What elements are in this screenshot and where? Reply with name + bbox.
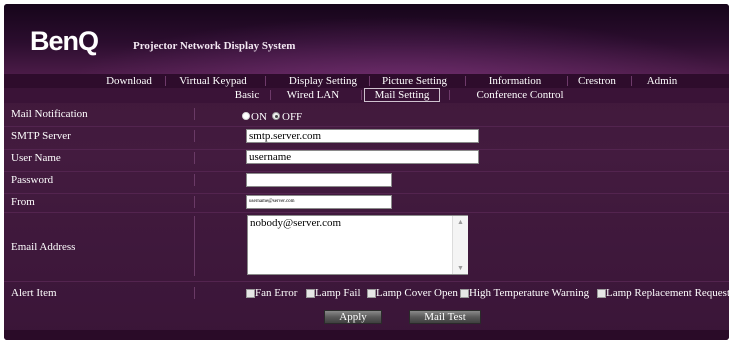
subnav-divider <box>270 90 271 100</box>
user-name-input[interactable]: username <box>246 150 479 164</box>
user-name-label: User Name <box>11 152 61 164</box>
row-divider <box>4 126 729 127</box>
row-divider <box>4 193 729 194</box>
nav-divider <box>631 76 632 86</box>
checkbox-high-temperature-label: High Temperature Warning <box>469 287 590 299</box>
column-divider <box>194 174 195 186</box>
nav-admin[interactable]: Admin <box>644 74 680 88</box>
checkbox-lamp-cover-open-label: Lamp Cover Open <box>376 287 458 299</box>
checkbox-lamp-cover-open[interactable] <box>367 289 376 298</box>
password-input[interactable] <box>246 173 392 187</box>
column-divider <box>194 130 195 142</box>
column-divider <box>194 196 195 208</box>
checkbox-high-temperature[interactable] <box>460 289 469 298</box>
nav-virtual-keypad[interactable]: Virtual Keypad <box>170 74 256 88</box>
subnav-basic[interactable]: Basic <box>232 88 262 102</box>
column-divider <box>194 216 195 276</box>
column-divider <box>194 287 195 299</box>
nav-download[interactable]: Download <box>99 74 159 88</box>
checkbox-lamp-replacement-label: Lamp Replacement Request <box>606 287 729 299</box>
nav-divider <box>265 76 266 86</box>
column-divider <box>194 108 195 120</box>
apply-button[interactable]: Apply <box>324 310 382 324</box>
nav-display-setting[interactable]: Display Setting <box>282 74 364 88</box>
scroll-down-icon[interactable]: ▼ <box>457 264 464 272</box>
smtp-server-label: SMTP Server <box>11 130 71 142</box>
sub-nav: Basic Wired LAN Mail Setting Conference … <box>4 88 729 103</box>
row-divider <box>4 212 729 213</box>
radio-off-label: OFF <box>282 111 303 123</box>
mail-test-button[interactable]: Mail Test <box>409 310 481 324</box>
email-address-label: Email Address <box>11 241 76 253</box>
header: BenQ Projector Network Display System <box>4 4 729 74</box>
nav-information[interactable]: Information <box>482 74 548 88</box>
subnav-divider <box>361 90 362 100</box>
scroll-up-icon[interactable]: ▲ <box>457 218 464 226</box>
nav-divider <box>465 76 466 86</box>
radio-on-label: ON <box>251 111 267 123</box>
nav-divider <box>369 76 370 86</box>
row-divider <box>4 281 729 282</box>
footer-band <box>4 330 729 340</box>
nav-crestron[interactable]: Crestron <box>574 74 620 88</box>
row-divider <box>4 171 729 172</box>
checkbox-lamp-fail-label: Lamp Fail <box>315 287 361 299</box>
radio-off[interactable] <box>272 112 280 120</box>
main-nav: Download Virtual Keypad Display Setting … <box>4 74 729 88</box>
radio-on[interactable] <box>242 112 250 120</box>
checkbox-fan-error[interactable] <box>246 289 255 298</box>
subnav-divider <box>449 90 450 100</box>
checkbox-lamp-fail[interactable] <box>306 289 315 298</box>
nav-divider <box>567 76 568 86</box>
subnav-wired-lan[interactable]: Wired LAN <box>280 88 346 102</box>
email-address-textarea[interactable]: nobody@server.com <box>247 215 468 275</box>
app-window: BenQ Projector Network Display System Do… <box>4 4 729 340</box>
checkbox-lamp-replacement[interactable] <box>597 289 606 298</box>
smtp-server-input[interactable]: smtp.server.com <box>246 129 479 143</box>
benq-logo: BenQ <box>30 26 99 56</box>
mail-notification-label: Mail Notification <box>11 108 88 120</box>
nav-divider <box>165 76 166 86</box>
mail-notification-radio-group: ON OFF <box>242 111 332 123</box>
column-divider <box>194 152 195 164</box>
from-input[interactable]: username@server.com <box>246 195 392 209</box>
checkbox-fan-error-label: Fan Error <box>255 287 298 299</box>
email-scrollbar[interactable]: ▲ ▼ <box>452 216 468 274</box>
password-label: Password <box>11 174 54 186</box>
alert-item-label: Alert Item <box>11 287 57 299</box>
from-label: From <box>11 196 35 208</box>
system-title: Projector Network Display System <box>133 40 296 52</box>
subnav-mail-setting[interactable]: Mail Setting <box>364 88 440 102</box>
nav-picture-setting[interactable]: Picture Setting <box>372 74 457 88</box>
subnav-conference-control[interactable]: Conference Control <box>463 88 577 102</box>
